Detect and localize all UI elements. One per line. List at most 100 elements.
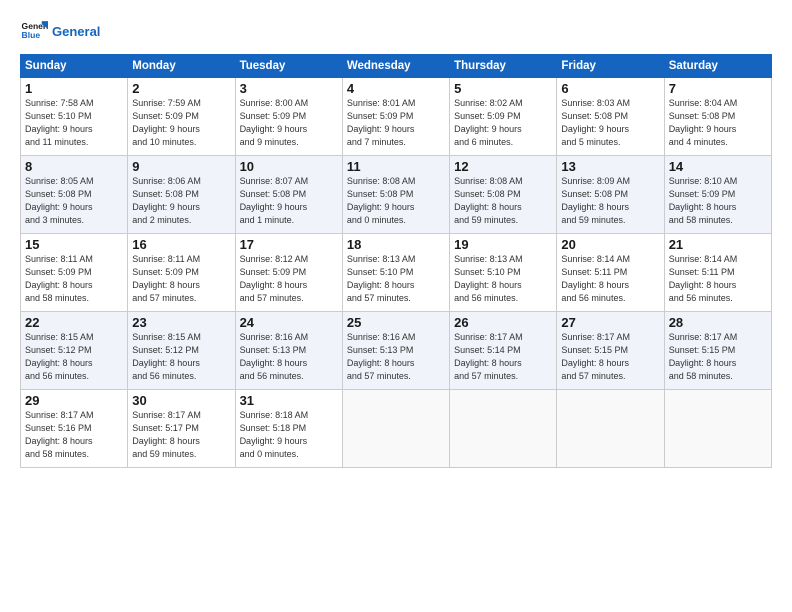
page-header: General Blue General bbox=[20, 18, 772, 46]
day-cell: 3Sunrise: 8:00 AM Sunset: 5:09 PM Daylig… bbox=[235, 78, 342, 156]
day-number: 6 bbox=[561, 81, 659, 96]
day-cell: 2Sunrise: 7:59 AM Sunset: 5:09 PM Daylig… bbox=[128, 78, 235, 156]
header-cell-saturday: Saturday bbox=[664, 55, 771, 78]
day-number: 17 bbox=[240, 237, 338, 252]
day-cell bbox=[557, 390, 664, 468]
day-number: 20 bbox=[561, 237, 659, 252]
day-info: Sunrise: 8:03 AM Sunset: 5:08 PM Dayligh… bbox=[561, 97, 659, 149]
day-number: 13 bbox=[561, 159, 659, 174]
calendar-table: SundayMondayTuesdayWednesdayThursdayFrid… bbox=[20, 54, 772, 468]
day-info: Sunrise: 8:10 AM Sunset: 5:09 PM Dayligh… bbox=[669, 175, 767, 227]
day-cell: 22Sunrise: 8:15 AM Sunset: 5:12 PM Dayli… bbox=[21, 312, 128, 390]
day-info: Sunrise: 8:15 AM Sunset: 5:12 PM Dayligh… bbox=[25, 331, 123, 383]
day-number: 23 bbox=[132, 315, 230, 330]
day-info: Sunrise: 8:16 AM Sunset: 5:13 PM Dayligh… bbox=[240, 331, 338, 383]
week-row-4: 22Sunrise: 8:15 AM Sunset: 5:12 PM Dayli… bbox=[21, 312, 772, 390]
day-cell: 12Sunrise: 8:08 AM Sunset: 5:08 PM Dayli… bbox=[450, 156, 557, 234]
day-number: 21 bbox=[669, 237, 767, 252]
day-cell: 8Sunrise: 8:05 AM Sunset: 5:08 PM Daylig… bbox=[21, 156, 128, 234]
day-number: 16 bbox=[132, 237, 230, 252]
logo-icon: General Blue bbox=[20, 18, 48, 46]
day-cell: 5Sunrise: 8:02 AM Sunset: 5:09 PM Daylig… bbox=[450, 78, 557, 156]
logo-general: General bbox=[52, 24, 100, 39]
day-info: Sunrise: 8:11 AM Sunset: 5:09 PM Dayligh… bbox=[132, 253, 230, 305]
day-cell: 31Sunrise: 8:18 AM Sunset: 5:18 PM Dayli… bbox=[235, 390, 342, 468]
header-row: SundayMondayTuesdayWednesdayThursdayFrid… bbox=[21, 55, 772, 78]
day-number: 25 bbox=[347, 315, 445, 330]
day-number: 30 bbox=[132, 393, 230, 408]
day-cell bbox=[450, 390, 557, 468]
day-cell: 26Sunrise: 8:17 AM Sunset: 5:14 PM Dayli… bbox=[450, 312, 557, 390]
day-info: Sunrise: 8:00 AM Sunset: 5:09 PM Dayligh… bbox=[240, 97, 338, 149]
day-info: Sunrise: 7:58 AM Sunset: 5:10 PM Dayligh… bbox=[25, 97, 123, 149]
day-info: Sunrise: 8:07 AM Sunset: 5:08 PM Dayligh… bbox=[240, 175, 338, 227]
day-number: 28 bbox=[669, 315, 767, 330]
day-cell: 14Sunrise: 8:10 AM Sunset: 5:09 PM Dayli… bbox=[664, 156, 771, 234]
day-cell bbox=[342, 390, 449, 468]
day-cell: 21Sunrise: 8:14 AM Sunset: 5:11 PM Dayli… bbox=[664, 234, 771, 312]
week-row-3: 15Sunrise: 8:11 AM Sunset: 5:09 PM Dayli… bbox=[21, 234, 772, 312]
day-number: 26 bbox=[454, 315, 552, 330]
day-info: Sunrise: 8:17 AM Sunset: 5:15 PM Dayligh… bbox=[669, 331, 767, 383]
day-cell: 24Sunrise: 8:16 AM Sunset: 5:13 PM Dayli… bbox=[235, 312, 342, 390]
day-cell: 18Sunrise: 8:13 AM Sunset: 5:10 PM Dayli… bbox=[342, 234, 449, 312]
day-cell: 29Sunrise: 8:17 AM Sunset: 5:16 PM Dayli… bbox=[21, 390, 128, 468]
day-cell: 13Sunrise: 8:09 AM Sunset: 5:08 PM Dayli… bbox=[557, 156, 664, 234]
day-cell: 20Sunrise: 8:14 AM Sunset: 5:11 PM Dayli… bbox=[557, 234, 664, 312]
calendar-body: 1Sunrise: 7:58 AM Sunset: 5:10 PM Daylig… bbox=[21, 78, 772, 468]
calendar-page: General Blue General SundayMondayTuesday… bbox=[0, 0, 792, 612]
calendar-header: SundayMondayTuesdayWednesdayThursdayFrid… bbox=[21, 55, 772, 78]
day-cell: 28Sunrise: 8:17 AM Sunset: 5:15 PM Dayli… bbox=[664, 312, 771, 390]
day-number: 14 bbox=[669, 159, 767, 174]
day-number: 24 bbox=[240, 315, 338, 330]
day-number: 19 bbox=[454, 237, 552, 252]
day-cell: 27Sunrise: 8:17 AM Sunset: 5:15 PM Dayli… bbox=[557, 312, 664, 390]
header-cell-friday: Friday bbox=[557, 55, 664, 78]
day-cell: 16Sunrise: 8:11 AM Sunset: 5:09 PM Dayli… bbox=[128, 234, 235, 312]
day-info: Sunrise: 8:17 AM Sunset: 5:15 PM Dayligh… bbox=[561, 331, 659, 383]
day-cell: 7Sunrise: 8:04 AM Sunset: 5:08 PM Daylig… bbox=[664, 78, 771, 156]
day-number: 31 bbox=[240, 393, 338, 408]
day-number: 7 bbox=[669, 81, 767, 96]
day-cell: 23Sunrise: 8:15 AM Sunset: 5:12 PM Dayli… bbox=[128, 312, 235, 390]
day-cell: 30Sunrise: 8:17 AM Sunset: 5:17 PM Dayli… bbox=[128, 390, 235, 468]
day-number: 4 bbox=[347, 81, 445, 96]
day-info: Sunrise: 8:18 AM Sunset: 5:18 PM Dayligh… bbox=[240, 409, 338, 461]
day-number: 5 bbox=[454, 81, 552, 96]
logo-text: General bbox=[52, 24, 100, 40]
week-row-2: 8Sunrise: 8:05 AM Sunset: 5:08 PM Daylig… bbox=[21, 156, 772, 234]
day-number: 8 bbox=[25, 159, 123, 174]
svg-text:Blue: Blue bbox=[22, 30, 41, 40]
day-info: Sunrise: 8:16 AM Sunset: 5:13 PM Dayligh… bbox=[347, 331, 445, 383]
day-number: 27 bbox=[561, 315, 659, 330]
header-cell-tuesday: Tuesday bbox=[235, 55, 342, 78]
day-info: Sunrise: 8:14 AM Sunset: 5:11 PM Dayligh… bbox=[669, 253, 767, 305]
week-row-5: 29Sunrise: 8:17 AM Sunset: 5:16 PM Dayli… bbox=[21, 390, 772, 468]
day-number: 12 bbox=[454, 159, 552, 174]
day-number: 3 bbox=[240, 81, 338, 96]
header-cell-thursday: Thursday bbox=[450, 55, 557, 78]
day-cell: 15Sunrise: 8:11 AM Sunset: 5:09 PM Dayli… bbox=[21, 234, 128, 312]
week-row-1: 1Sunrise: 7:58 AM Sunset: 5:10 PM Daylig… bbox=[21, 78, 772, 156]
day-cell: 11Sunrise: 8:08 AM Sunset: 5:08 PM Dayli… bbox=[342, 156, 449, 234]
day-info: Sunrise: 7:59 AM Sunset: 5:09 PM Dayligh… bbox=[132, 97, 230, 149]
day-number: 22 bbox=[25, 315, 123, 330]
day-number: 9 bbox=[132, 159, 230, 174]
day-info: Sunrise: 8:09 AM Sunset: 5:08 PM Dayligh… bbox=[561, 175, 659, 227]
day-info: Sunrise: 8:13 AM Sunset: 5:10 PM Dayligh… bbox=[454, 253, 552, 305]
day-cell: 19Sunrise: 8:13 AM Sunset: 5:10 PM Dayli… bbox=[450, 234, 557, 312]
day-info: Sunrise: 8:17 AM Sunset: 5:16 PM Dayligh… bbox=[25, 409, 123, 461]
day-info: Sunrise: 8:02 AM Sunset: 5:09 PM Dayligh… bbox=[454, 97, 552, 149]
day-info: Sunrise: 8:15 AM Sunset: 5:12 PM Dayligh… bbox=[132, 331, 230, 383]
day-info: Sunrise: 8:12 AM Sunset: 5:09 PM Dayligh… bbox=[240, 253, 338, 305]
header-cell-sunday: Sunday bbox=[21, 55, 128, 78]
day-info: Sunrise: 8:06 AM Sunset: 5:08 PM Dayligh… bbox=[132, 175, 230, 227]
day-info: Sunrise: 8:17 AM Sunset: 5:14 PM Dayligh… bbox=[454, 331, 552, 383]
day-cell: 9Sunrise: 8:06 AM Sunset: 5:08 PM Daylig… bbox=[128, 156, 235, 234]
day-cell: 1Sunrise: 7:58 AM Sunset: 5:10 PM Daylig… bbox=[21, 78, 128, 156]
day-info: Sunrise: 8:04 AM Sunset: 5:08 PM Dayligh… bbox=[669, 97, 767, 149]
day-number: 2 bbox=[132, 81, 230, 96]
day-cell: 17Sunrise: 8:12 AM Sunset: 5:09 PM Dayli… bbox=[235, 234, 342, 312]
day-cell: 6Sunrise: 8:03 AM Sunset: 5:08 PM Daylig… bbox=[557, 78, 664, 156]
day-number: 11 bbox=[347, 159, 445, 174]
